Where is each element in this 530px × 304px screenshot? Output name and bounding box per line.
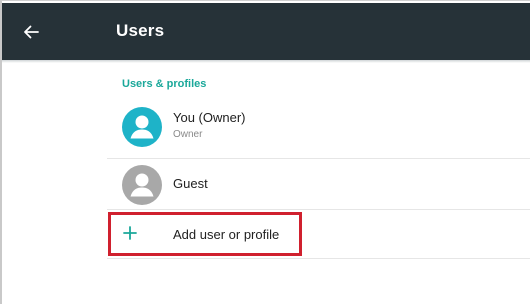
row-divider: [107, 209, 530, 210]
plus-icon: [123, 226, 137, 240]
add-user-label: Add user or profile: [173, 227, 280, 242]
section-header: Users & profiles: [122, 78, 207, 90]
user-name: You (Owner): [173, 110, 246, 125]
user-subtitle: Owner: [173, 129, 203, 140]
user-row-owner[interactable]: You (Owner) Owner: [107, 98, 530, 158]
row-divider: [107, 158, 530, 159]
user-name: Guest: [173, 176, 208, 191]
row-divider: [107, 258, 530, 259]
person-avatar-icon: [122, 165, 162, 205]
arrow-left-icon: [24, 25, 39, 39]
page-title: Users: [116, 21, 165, 40]
person-avatar-icon: [122, 107, 162, 147]
back-button[interactable]: [16, 17, 46, 47]
user-row-guest[interactable]: Guest: [107, 160, 530, 208]
app-bar: Users: [2, 3, 530, 60]
add-user-or-profile-button[interactable]: Add user or profile: [107, 212, 530, 257]
app-bar-shadow: [2, 60, 530, 63]
